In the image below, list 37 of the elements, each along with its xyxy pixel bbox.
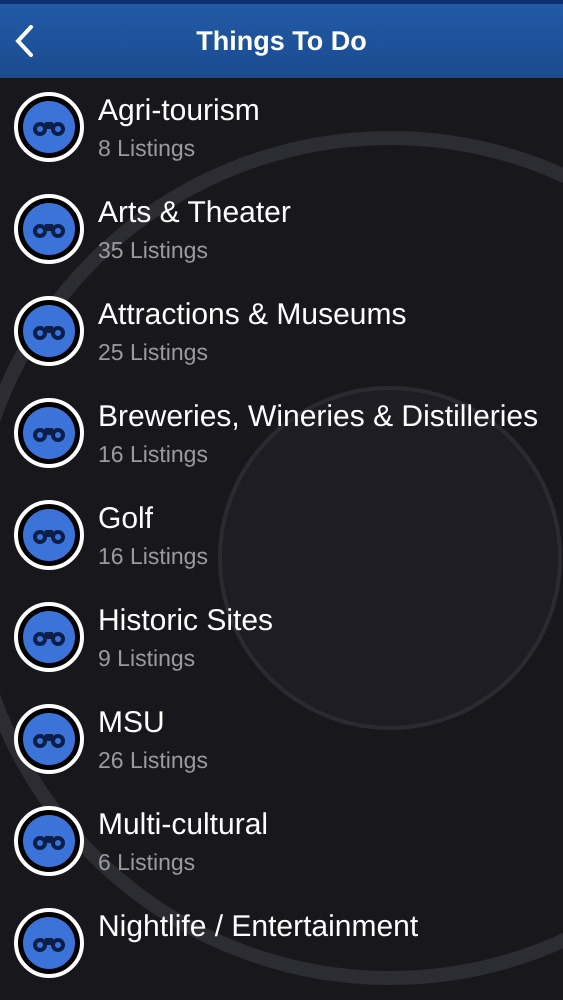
category-name: Agri-tourism — [98, 93, 260, 129]
category-name: MSU — [98, 705, 166, 741]
category-name: Golf — [98, 501, 154, 537]
category-item[interactable]: Nightlife / Entertainment — [0, 900, 563, 998]
category-item[interactable]: Breweries, Wineries & Distilleries 16 Listings — [0, 390, 563, 492]
category-item[interactable]: Golf 16 Listings — [0, 492, 563, 594]
screen-title: Things To Do — [196, 26, 367, 56]
category-name: Multi-cultural — [98, 807, 268, 843]
category-item[interactable]: Arts & Theater 35 Listings — [0, 186, 563, 288]
category-item[interactable]: Multi-cultural 6 Listings — [0, 798, 563, 900]
binoculars-icon — [14, 500, 84, 570]
listing-count: 35 Listings — [98, 236, 209, 265]
category-name: Arts & Theater — [98, 195, 291, 231]
category-name: Attractions & Museums — [98, 297, 406, 333]
binoculars-icon — [14, 908, 84, 978]
binoculars-icon — [14, 92, 84, 162]
binoculars-icon — [14, 806, 84, 876]
listing-count: 25 Listings — [98, 338, 209, 367]
category-name: Breweries, Wineries & Distilleries — [98, 399, 538, 435]
category-item[interactable]: Historic Sites 9 Listings — [0, 594, 563, 696]
category-name: Nightlife / Entertainment — [98, 909, 418, 945]
binoculars-icon — [14, 194, 84, 264]
listing-count: 16 Listings — [98, 440, 209, 469]
back-chevron-icon — [14, 24, 34, 58]
binoculars-icon — [14, 296, 84, 366]
binoculars-icon — [14, 704, 84, 774]
binoculars-icon — [14, 398, 84, 468]
category-name: Historic Sites — [98, 603, 274, 639]
binoculars-icon — [14, 602, 84, 672]
category-item[interactable]: MSU 26 Listings — [0, 696, 563, 798]
listing-count: 6 Listings — [98, 848, 196, 877]
category-item[interactable]: Attractions & Museums 25 Listings — [0, 288, 563, 390]
listing-count: 26 Listings — [98, 746, 208, 775]
listing-count: 16 Listings — [98, 542, 208, 571]
listing-count: 9 Listings — [98, 644, 196, 673]
listing-count: 8 Listings — [98, 134, 196, 163]
category-item[interactable]: Agri-tourism 8 Listings — [0, 84, 563, 186]
